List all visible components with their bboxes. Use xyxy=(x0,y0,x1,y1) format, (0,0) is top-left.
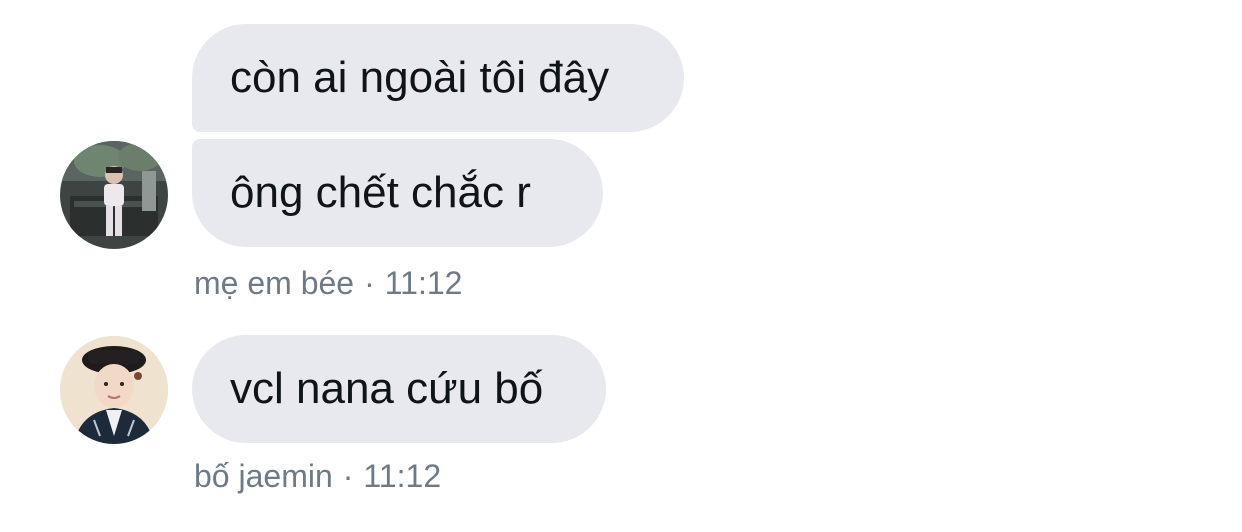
sender-name: mẹ em bée xyxy=(194,265,355,301)
message-text: còn ai ngoài tôi đây xyxy=(230,53,610,102)
sender-name: bố jaemin xyxy=(194,458,333,494)
message-bubble[interactable]: vcl nana cứu bố xyxy=(192,335,606,443)
message-meta: mẹ em bée · 11:12 xyxy=(194,265,462,302)
meta-separator: · xyxy=(364,265,375,301)
meta-separator: · xyxy=(342,458,354,494)
message-bubble[interactable]: còn ai ngoài tôi đây xyxy=(192,24,684,132)
message-time: 11:12 xyxy=(363,458,442,494)
avatar-photo-icon xyxy=(60,141,168,249)
message-text: ông chết chắc r xyxy=(230,168,531,217)
avatar[interactable] xyxy=(60,141,168,249)
message-text: vcl nana cứu bố xyxy=(230,364,544,413)
avatar-photo-icon xyxy=(60,336,168,444)
avatar[interactable] xyxy=(60,336,168,444)
message-bubble[interactable]: ông chết chắc r xyxy=(192,139,603,247)
message-meta: bố jaemin · 11:12 xyxy=(194,458,441,495)
message-time: 11:12 xyxy=(384,265,463,301)
